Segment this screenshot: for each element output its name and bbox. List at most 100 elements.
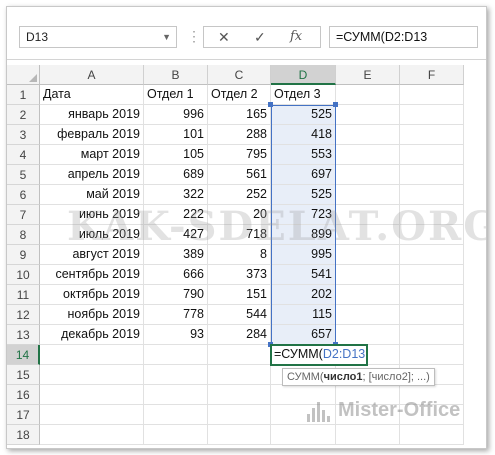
cell-e6[interactable]	[336, 185, 400, 205]
cell-b15[interactable]	[144, 365, 208, 385]
cell-c9[interactable]: 8	[208, 245, 271, 265]
cell-f9[interactable]	[400, 245, 464, 265]
function-tooltip[interactable]: СУММ(число1; [число2]; ...)	[282, 368, 435, 386]
cell-a13[interactable]: декабрь 2019	[40, 325, 144, 345]
cell-b8[interactable]: 427	[144, 225, 208, 245]
cell-a14[interactable]	[40, 345, 144, 365]
cell-d6[interactable]: 525	[271, 185, 336, 205]
name-box[interactable]: D13 ▼	[19, 26, 177, 48]
cell-f10[interactable]	[400, 265, 464, 285]
row-header-8[interactable]: 8	[7, 225, 40, 245]
row-header-16[interactable]: 16	[7, 385, 40, 405]
cell-a8[interactable]: июль 2019	[40, 225, 144, 245]
cell-c6[interactable]: 252	[208, 185, 271, 205]
cell-d18[interactable]	[271, 425, 336, 445]
column-header-c[interactable]: C	[208, 65, 271, 85]
chevron-down-icon[interactable]: ▼	[162, 27, 171, 47]
select-all-corner[interactable]	[7, 65, 40, 85]
cell-b1[interactable]: Отдел 1	[144, 85, 208, 105]
row-header-7[interactable]: 7	[7, 205, 40, 225]
cell-a6[interactable]: май 2019	[40, 185, 144, 205]
cell-d12[interactable]: 115	[271, 305, 336, 325]
cell-c8[interactable]: 718	[208, 225, 271, 245]
cell-f5[interactable]	[400, 165, 464, 185]
cell-c16[interactable]	[208, 385, 271, 405]
cell-f11[interactable]	[400, 285, 464, 305]
row-header-14[interactable]: 14	[7, 345, 40, 365]
cell-f1[interactable]	[400, 85, 464, 105]
column-header-b[interactable]: B	[144, 65, 208, 85]
row-header-5[interactable]: 5	[7, 165, 40, 185]
row-header-10[interactable]: 10	[7, 265, 40, 285]
column-header-a[interactable]: A	[40, 65, 144, 85]
cell-d1[interactable]: Отдел 3	[271, 85, 336, 105]
cell-e13[interactable]	[336, 325, 400, 345]
cell-f18[interactable]	[400, 425, 464, 445]
cell-b3[interactable]: 101	[144, 125, 208, 145]
cell-e10[interactable]	[336, 265, 400, 285]
cell-c1[interactable]: Отдел 2	[208, 85, 271, 105]
cell-c17[interactable]	[208, 405, 271, 425]
cell-e7[interactable]	[336, 205, 400, 225]
cell-c4[interactable]: 795	[208, 145, 271, 165]
row-header-18[interactable]: 18	[7, 425, 40, 445]
cell-a3[interactable]: февраль 2019	[40, 125, 144, 145]
insert-function-icon[interactable]: fx	[290, 27, 302, 47]
cell-a11[interactable]: октябрь 2019	[40, 285, 144, 305]
cell-c14[interactable]	[208, 345, 271, 365]
cell-d5[interactable]: 697	[271, 165, 336, 185]
cell-b4[interactable]: 105	[144, 145, 208, 165]
cell-a12[interactable]: ноябрь 2019	[40, 305, 144, 325]
cell-b13[interactable]: 93	[144, 325, 208, 345]
cell-a4[interactable]: март 2019	[40, 145, 144, 165]
cell-d4[interactable]: 553	[271, 145, 336, 165]
cell-c3[interactable]: 288	[208, 125, 271, 145]
cell-e9[interactable]	[336, 245, 400, 265]
cell-b18[interactable]	[144, 425, 208, 445]
cell-c12[interactable]: 544	[208, 305, 271, 325]
cell-b11[interactable]: 790	[144, 285, 208, 305]
cell-a18[interactable]	[40, 425, 144, 445]
cell-f12[interactable]	[400, 305, 464, 325]
row-header-11[interactable]: 11	[7, 285, 40, 305]
column-header-e[interactable]: E	[336, 65, 400, 85]
cancel-icon[interactable]: ✕	[218, 27, 230, 47]
cell-a7[interactable]: июнь 2019	[40, 205, 144, 225]
cell-b10[interactable]: 666	[144, 265, 208, 285]
formula-input[interactable]: =СУММ(D2:D13	[329, 26, 478, 48]
cell-a5[interactable]: апрель 2019	[40, 165, 144, 185]
cell-c10[interactable]: 373	[208, 265, 271, 285]
cell-c15[interactable]	[208, 365, 271, 385]
cell-d13[interactable]: 657	[271, 325, 336, 345]
cell-e3[interactable]	[336, 125, 400, 145]
cell-e11[interactable]	[336, 285, 400, 305]
cell-f4[interactable]	[400, 145, 464, 165]
cell-b5[interactable]: 689	[144, 165, 208, 185]
cell-c7[interactable]: 20	[208, 205, 271, 225]
enter-icon[interactable]: ✓	[254, 27, 266, 47]
cell-d3[interactable]: 418	[271, 125, 336, 145]
cell-e18[interactable]	[336, 425, 400, 445]
row-header-9[interactable]: 9	[7, 245, 40, 265]
cell-b14[interactable]	[144, 345, 208, 365]
drag-handle-icon[interactable]: ⋮	[187, 28, 201, 44]
cell-d10[interactable]: 541	[271, 265, 336, 285]
column-header-f[interactable]: F	[400, 65, 464, 85]
cell-d9[interactable]: 995	[271, 245, 336, 265]
row-header-4[interactable]: 4	[7, 145, 40, 165]
cell-b9[interactable]: 389	[144, 245, 208, 265]
cell-b12[interactable]: 778	[144, 305, 208, 325]
cell-b7[interactable]: 222	[144, 205, 208, 225]
cell-b16[interactable]	[144, 385, 208, 405]
cell-f14[interactable]	[400, 345, 464, 365]
row-header-17[interactable]: 17	[7, 405, 40, 425]
range-resize-handle[interactable]	[333, 102, 338, 107]
active-cell-editor[interactable]: =СУММ(D2:D13	[270, 344, 368, 366]
cell-f8[interactable]	[400, 225, 464, 245]
cell-e2[interactable]	[336, 105, 400, 125]
cell-b6[interactable]: 322	[144, 185, 208, 205]
row-header-13[interactable]: 13	[7, 325, 40, 345]
cell-d8[interactable]: 899	[271, 225, 336, 245]
cell-f2[interactable]	[400, 105, 464, 125]
cell-e8[interactable]	[336, 225, 400, 245]
